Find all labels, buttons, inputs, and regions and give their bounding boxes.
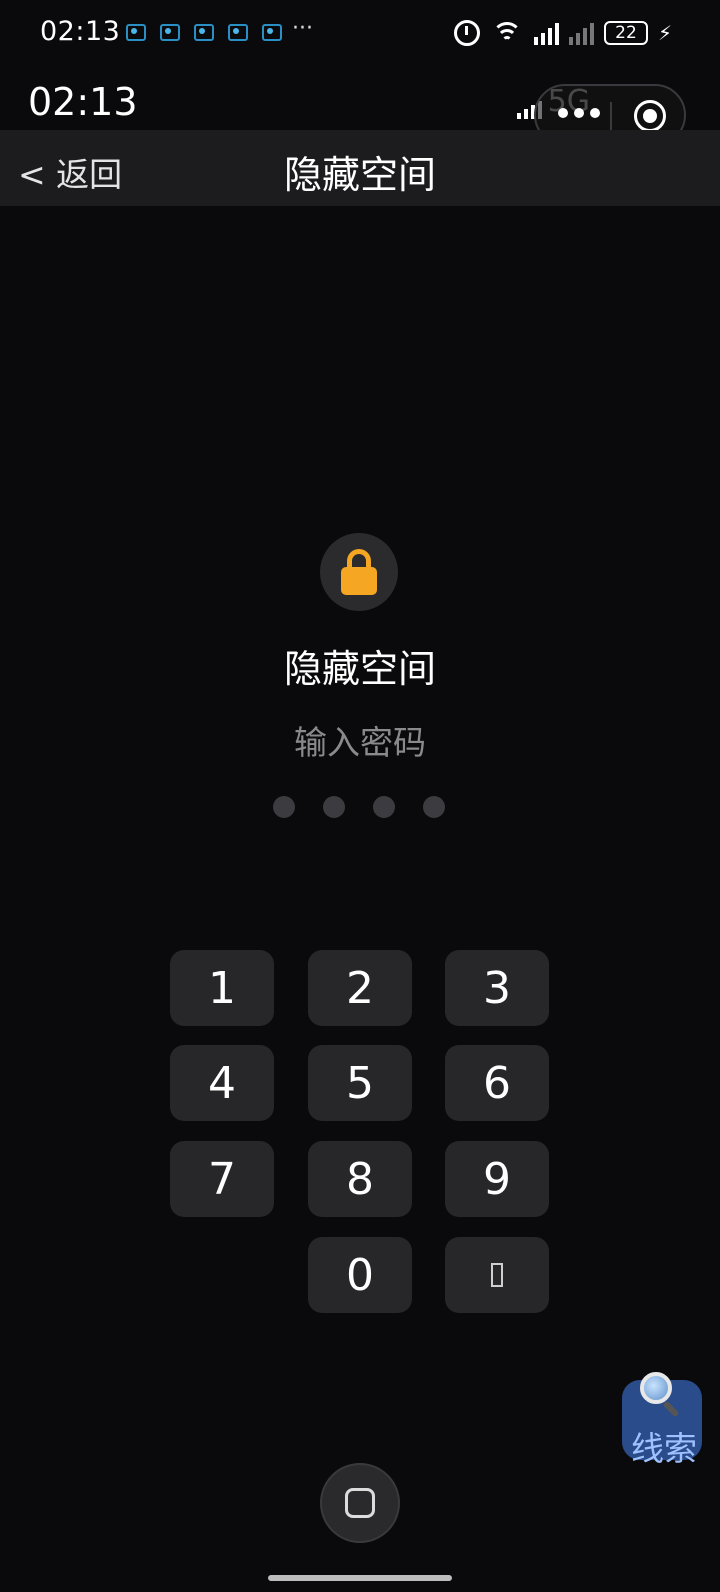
status-right: 22 ⚡ xyxy=(453,18,672,48)
app-notification-icon xyxy=(124,22,146,42)
app-notification-icon xyxy=(260,22,282,42)
capsule-divider xyxy=(610,102,612,132)
clue-label: 线索 xyxy=(631,1429,697,1468)
key-5[interactable]: 5 xyxy=(308,1045,412,1121)
key-4[interactable]: 4 xyxy=(170,1045,274,1121)
delete-button[interactable] xyxy=(445,1237,549,1313)
password-hint: 输入密码 xyxy=(294,723,426,762)
clue-button[interactable]: 线索 xyxy=(622,1372,702,1468)
alarm-icon xyxy=(453,20,480,46)
pin-dot xyxy=(273,796,295,818)
pin-indicator xyxy=(273,796,445,818)
app-notification-icon xyxy=(192,22,214,42)
rounded-square-icon xyxy=(345,1488,375,1518)
close-target-icon[interactable] xyxy=(634,100,666,132)
charging-icon: ⚡ xyxy=(657,21,672,45)
key-7[interactable]: 7 xyxy=(170,1141,274,1217)
notification-icons xyxy=(124,22,282,42)
lock-icon-body xyxy=(341,567,377,595)
app-notification-icon xyxy=(226,22,248,42)
magnifier-icon xyxy=(640,1372,680,1418)
signal-secondary-icon xyxy=(568,21,594,45)
backspace-icon xyxy=(491,1263,503,1287)
battery-icon: 22 xyxy=(603,21,648,45)
pin-dot xyxy=(373,796,395,818)
more-menu-icon[interactable] xyxy=(558,108,600,118)
space-title: 隐藏空间 xyxy=(283,647,436,691)
overlay-time: 02:13 xyxy=(28,80,138,124)
status-bar: 02:13 ··· 22 ⚡ xyxy=(0,0,720,66)
hidden-space-screen: 02:13 ··· 22 ⚡ 02:13 < 返回 隐藏空间 隐藏空间 输入密码… xyxy=(0,0,720,1592)
key-8[interactable]: 8 xyxy=(308,1141,412,1217)
key-1[interactable]: 1 xyxy=(170,950,274,1026)
pin-dot xyxy=(323,796,345,818)
key-0[interactable]: 0 xyxy=(308,1237,412,1313)
gesture-bar[interactable] xyxy=(268,1575,452,1581)
more-notifications-icon: ··· xyxy=(292,16,313,41)
home-button[interactable] xyxy=(320,1463,400,1543)
key-3[interactable]: 3 xyxy=(445,950,549,1026)
signal-icon xyxy=(533,21,559,45)
status-time: 02:13 xyxy=(40,16,121,47)
nav-bar: < 返回 隐藏空间 xyxy=(0,130,720,206)
pin-dot xyxy=(423,796,445,818)
page-title: 隐藏空间 xyxy=(283,153,436,197)
key-2[interactable]: 2 xyxy=(308,950,412,1026)
key-6[interactable]: 6 xyxy=(445,1045,549,1121)
lock-badge xyxy=(320,533,398,611)
wifi-icon xyxy=(490,20,524,46)
key-9[interactable]: 9 xyxy=(445,1141,549,1217)
app-notification-icon xyxy=(158,22,180,42)
